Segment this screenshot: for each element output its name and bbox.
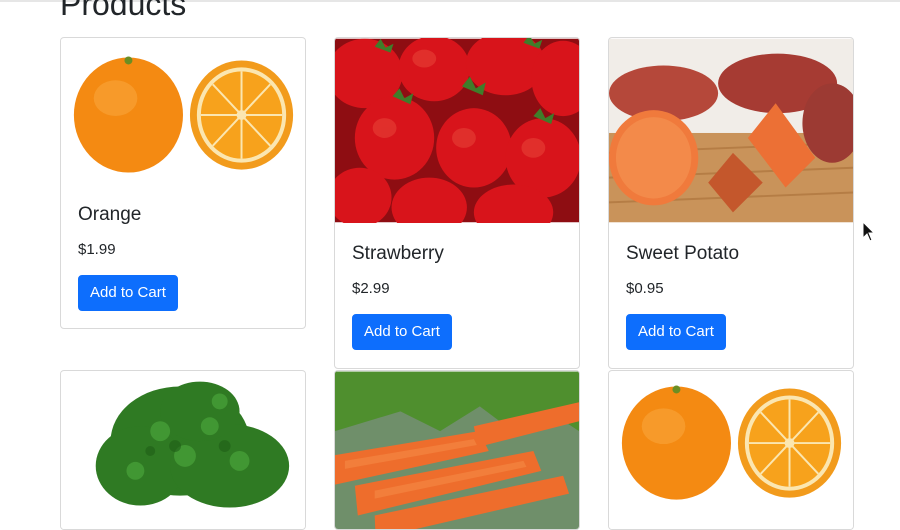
product-name: Sweet Potato (626, 243, 740, 264)
product-price: $2.99 (352, 280, 390, 297)
sweet-potato-image (609, 38, 853, 223)
product-name: Orange (78, 204, 142, 225)
product-card-carrot (334, 370, 580, 530)
product-card-orange-2 (608, 370, 854, 530)
product-card-strawberry: Strawberry $2.99 Add to Cart (334, 37, 580, 369)
add-to-cart-button[interactable]: Add to Cart (352, 314, 452, 350)
product-card-sweet-potato: Sweet Potato $0.95 Add to Cart (608, 37, 854, 369)
carrot-image (335, 371, 579, 529)
product-price: $1.99 (78, 241, 116, 258)
product-card-orange: Orange $1.99 Add to Cart (60, 37, 306, 329)
product-card-kale (60, 370, 306, 530)
orange-image (61, 38, 305, 198)
add-to-cart-button[interactable]: Add to Cart (626, 314, 726, 350)
add-to-cart-button[interactable]: Add to Cart (78, 275, 178, 311)
product-price: $0.95 (626, 280, 664, 297)
product-name: Strawberry (352, 243, 444, 264)
page-title: Products (60, 0, 187, 22)
mouse-cursor-icon (862, 221, 876, 242)
kale-image (61, 371, 305, 529)
orange-image (609, 371, 853, 529)
strawberry-image (335, 38, 579, 223)
